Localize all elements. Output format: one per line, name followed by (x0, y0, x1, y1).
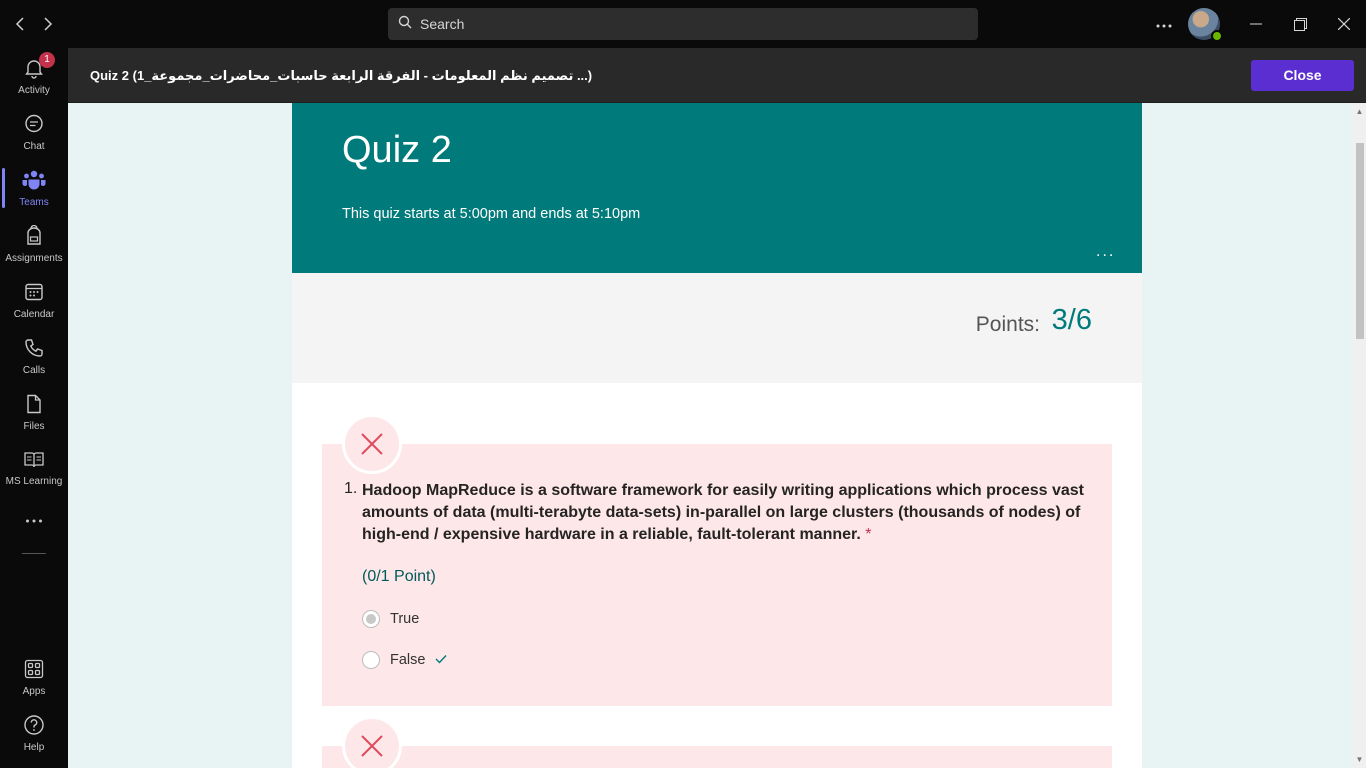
rail-item-chat[interactable]: Chat (0, 104, 68, 160)
title-bar: Search (0, 0, 1366, 48)
rail-item-label: Apps (22, 685, 46, 697)
form-header: Quiz 2 This quiz starts at 5:00pm and en… (292, 103, 1142, 273)
page-title: Quiz 2 (تصميم نظم المعلومات - الفرقة الر… (90, 68, 593, 83)
rail-item-label: Calendar (13, 308, 55, 320)
avatar[interactable] (1188, 8, 1223, 42)
activity-badge: 1 (39, 52, 55, 68)
more-horizontal-icon (25, 515, 43, 526)
rail-item-label: Files (23, 420, 45, 432)
backpack-icon (23, 224, 45, 250)
rail-item-label: Help (23, 741, 45, 753)
app-header: Quiz 2 (تصميم نظم المعلومات - الفرقة الر… (68, 48, 1366, 103)
rail-item-label: Chat (23, 140, 45, 152)
rail-item-activity[interactable]: 1 Activity (0, 48, 68, 104)
book-icon (23, 450, 45, 473)
rail-item-teams[interactable]: Teams (0, 160, 68, 216)
form-description: This quiz starts at 5:00pm and ends at 5… (342, 206, 641, 222)
content-area: Quiz 2 This quiz starts at 5:00pm and en… (68, 103, 1366, 768)
chat-icon (23, 113, 45, 138)
rail-item-calendar[interactable]: Calendar (0, 272, 68, 328)
option-true[interactable]: True (362, 610, 419, 628)
form-more-button[interactable]: ... (1096, 243, 1115, 261)
rail-item-label: MS Learning (5, 475, 63, 487)
forward-arrow-icon[interactable] (38, 14, 58, 34)
points-label: Points: (975, 313, 1040, 336)
presence-available-icon (1211, 30, 1223, 42)
question-text-line2: high-end / expensive hardware in a relia… (362, 526, 861, 543)
search-placeholder: Search (420, 16, 465, 32)
rail-item-ms-learning[interactable]: MS Learning (0, 440, 68, 496)
scroll-up-icon[interactable]: ▲ (1355, 107, 1364, 116)
teams-icon (22, 169, 46, 194)
points-value: 3/6 (1051, 304, 1092, 336)
question-number: 1. (344, 480, 358, 497)
search-icon (398, 15, 412, 34)
rail-item-apps[interactable]: Apps (0, 649, 68, 705)
rail-divider (22, 553, 46, 554)
app-rail: 1 Activity Chat Teams Assignments Calend… (0, 48, 68, 768)
rail-item-label: Teams (19, 196, 49, 208)
required-mark: * (865, 526, 872, 543)
apps-icon (23, 658, 45, 683)
incorrect-icon (342, 716, 402, 768)
rail-more-button[interactable] (0, 496, 68, 544)
rail-item-help[interactable]: Help (0, 705, 68, 761)
option-label: False (390, 652, 426, 668)
scroll-down-icon[interactable]: ▼ (1355, 755, 1364, 764)
question-card (322, 716, 1112, 768)
question-text-line1: Hadoop MapReduce is a software framework… (362, 482, 1084, 521)
scroll-thumb[interactable] (1356, 143, 1364, 339)
rail-item-calls[interactable]: Calls (0, 328, 68, 384)
option-label: True (390, 611, 420, 627)
search-input[interactable]: Search (388, 8, 978, 40)
restore-icon[interactable] (1288, 12, 1312, 36)
question-text: Hadoop MapReduce is a software framework… (362, 480, 1102, 546)
scrollbar[interactable]: ▲ ▼ (1353, 103, 1366, 768)
rail-item-label: Assignments (5, 252, 63, 264)
back-arrow-icon[interactable] (10, 14, 30, 34)
file-icon (23, 393, 45, 418)
radio-selected[interactable] (362, 610, 380, 628)
quiz-form: Quiz 2 This quiz starts at 5:00pm and en… (292, 103, 1142, 768)
help-icon (23, 714, 45, 739)
rail-item-assignments[interactable]: Assignments (0, 216, 68, 272)
correct-answer-check-icon (435, 652, 447, 668)
more-options-icon[interactable] (1152, 12, 1176, 36)
phone-icon (23, 337, 45, 362)
form-title: Quiz 2 (342, 129, 452, 171)
close-button[interactable]: Close (1251, 60, 1354, 91)
incorrect-icon (342, 414, 402, 474)
question-points: (0/1 Point) (362, 568, 436, 585)
rail-item-label: Calls (22, 364, 46, 376)
rail-item-label: Activity (18, 84, 50, 96)
minimize-icon[interactable] (1244, 12, 1268, 36)
radio-unselected[interactable] (362, 651, 380, 669)
option-false[interactable]: False (362, 651, 447, 669)
question-card: 1. Hadoop MapReduce is a software framew… (322, 414, 1112, 706)
points-summary: Points: 3/6 (292, 273, 1142, 383)
calendar-icon (23, 281, 45, 306)
close-window-icon[interactable] (1332, 12, 1356, 36)
rail-item-files[interactable]: Files (0, 384, 68, 440)
